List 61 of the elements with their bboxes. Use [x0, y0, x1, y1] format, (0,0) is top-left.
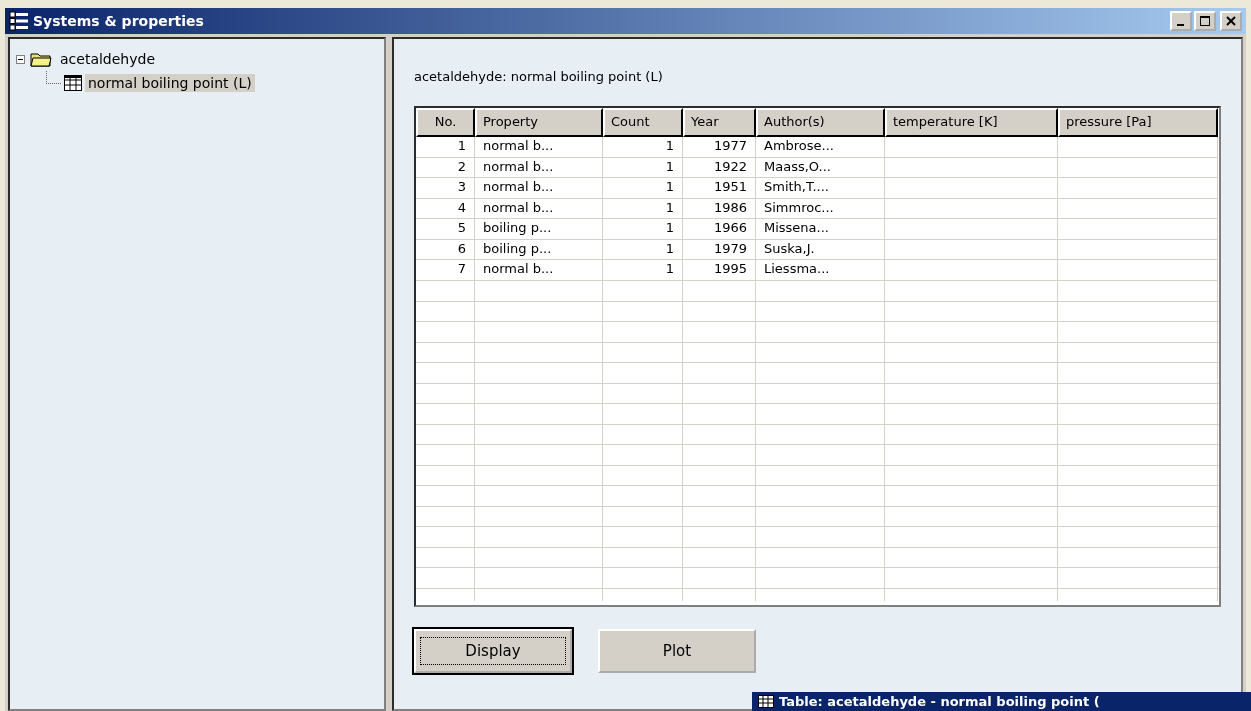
table-cell: 4: [416, 198, 475, 219]
table-cell: 1979: [683, 239, 756, 260]
table-cell: 5: [416, 219, 475, 240]
table-cell: 1: [603, 219, 683, 240]
column-header[interactable]: temperature [K]: [885, 108, 1058, 137]
column-header[interactable]: No.: [416, 108, 475, 137]
table-cell: 1986: [683, 198, 756, 219]
window-title-bar[interactable]: Table: acetaldehyde - normal boiling point (: [752, 692, 1251, 711]
table-cell: 1: [603, 198, 683, 219]
table-cell: normal b...: [475, 198, 603, 219]
grid-icon: [64, 75, 82, 91]
table-cell: Smith,T....: [756, 178, 885, 199]
action-button[interactable]: Plot: [598, 629, 756, 673]
table-cell: Ambrose...: [756, 137, 885, 158]
table-cell: 2: [416, 157, 475, 178]
action-button[interactable]: Display: [414, 629, 572, 673]
collapse-icon[interactable]: [16, 54, 25, 64]
table-cell: 1: [603, 137, 683, 158]
column-header[interactable]: Year: [683, 108, 756, 137]
minimize-icon: [1176, 23, 1184, 26]
maximize-button[interactable]: [1194, 11, 1216, 31]
table-cell: normal b...: [475, 260, 603, 281]
table-cell: Suska,J.: [756, 239, 885, 260]
table-cell: normal b...: [475, 178, 603, 199]
column-header[interactable]: Count: [603, 108, 683, 137]
close-button[interactable]: [1220, 11, 1242, 31]
table-cell: 1: [603, 260, 683, 281]
table-cell: 1966: [683, 219, 756, 240]
table-cell: 1977: [683, 137, 756, 158]
table-cell: Missena...: [756, 219, 885, 240]
list-icon: [9, 11, 29, 31]
table-cell: boiling p...: [475, 239, 603, 260]
folder-icon: [30, 51, 52, 67]
table-cell: 7: [416, 260, 475, 281]
table-cell: boiling p...: [475, 219, 603, 240]
column-header[interactable]: Author(s): [756, 108, 885, 137]
column-header[interactable]: pressure [Pa]: [1058, 108, 1218, 137]
table-caption: acetaldehyde: normal boiling point (L): [414, 69, 664, 84]
table-cell: Simmroc...: [756, 198, 885, 219]
close-icon: [1226, 16, 1236, 26]
table-cell: Maass,O...: [756, 157, 885, 178]
table-cell: 1: [603, 157, 683, 178]
table-cell: normal b...: [475, 157, 603, 178]
maximize-icon: [1200, 16, 1210, 26]
table-cell: Liessma...: [756, 260, 885, 281]
window-title: Systems & properties: [33, 13, 204, 29]
table-cell: 1: [603, 178, 683, 199]
table-cell: 1: [416, 137, 475, 158]
grid-icon: [758, 695, 774, 708]
window-title: Table: acetaldehyde - normal boiling point (: [779, 694, 1100, 709]
table-cell: 1995: [683, 260, 756, 281]
table-cell: 1951: [683, 178, 756, 199]
tree-item[interactable]: acetaldehyde: [57, 50, 158, 68]
minimize-button[interactable]: [1170, 11, 1192, 31]
table-cell: 3: [416, 178, 475, 199]
table-cell: 6: [416, 239, 475, 260]
table-cell: normal b...: [475, 137, 603, 158]
table-cell: 1: [603, 239, 683, 260]
table-cell: 1922: [683, 157, 756, 178]
tree-item[interactable]: normal boiling point (L): [85, 74, 255, 92]
column-header[interactable]: Property: [475, 108, 603, 137]
